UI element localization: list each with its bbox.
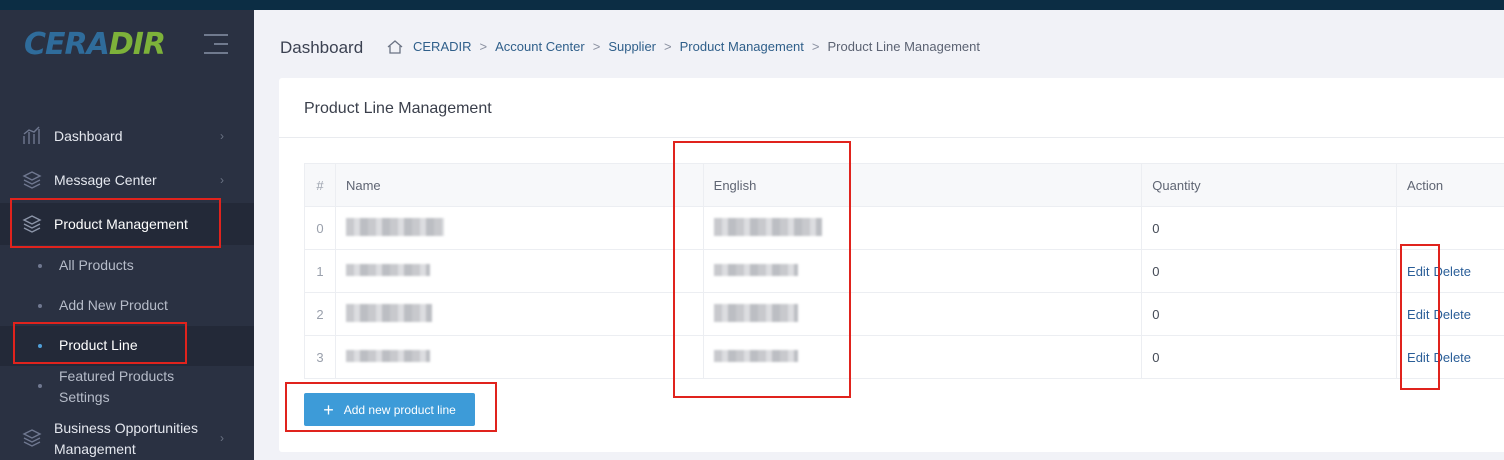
row-actions: Edit Delete [1396,335,1504,379]
breadcrumb-current: Product Line Management [827,39,980,54]
row-english-blurred [702,335,1143,379]
row-english-blurred [702,206,1143,250]
table-row: 3 0 Edit Delete [304,335,1504,379]
breadcrumb-link-account-center[interactable]: Account Center [495,39,585,54]
table-header-row: # Name English Quantity Action [304,163,1504,207]
product-line-card: Product Line Management # Name English Q… [279,78,1504,452]
column-header-name: Name [334,163,704,207]
home-icon[interactable] [387,39,403,54]
delete-link[interactable]: Delete [1433,350,1471,365]
row-name-blurred [334,206,704,250]
sidebar-item-business-opportunities[interactable]: Business Opportunities Management › [0,416,254,460]
row-actions: Edit Delete [1396,249,1504,293]
sidebar-subitem-all-products[interactable]: All Products [0,255,254,277]
edit-link[interactable]: Edit [1407,264,1429,279]
sidebar-subitem-featured-products[interactable]: Featured Products Settings [0,366,254,408]
layers-icon [22,215,42,233]
delete-link[interactable]: Delete [1433,264,1471,279]
bullet-icon [38,384,42,388]
breadcrumb-separator: > [479,39,488,54]
sidebar-item-label: Dashboard [54,128,123,144]
plus-icon: + [323,399,334,420]
row-actions [1396,206,1504,250]
sidebar-item-product-management[interactable]: Product Management [0,203,254,245]
breadcrumb-link-ceradir[interactable]: CERADIR [413,39,472,54]
row-actions: Edit Delete [1396,292,1504,336]
column-header-english: English [702,163,1143,207]
row-quantity: 0 [1141,206,1398,250]
row-name-blurred [334,249,704,293]
table-row: 1 0 Edit Delete [304,249,1504,293]
sidebar-subitem-add-new-product[interactable]: Add New Product [0,295,254,317]
sidebar-item-dashboard[interactable]: Dashboard › [0,125,254,147]
add-product-line-button[interactable]: + Add new product line [304,393,475,426]
edit-link[interactable]: Edit [1407,307,1429,322]
row-index: 1 [304,249,336,293]
table-row: 2 0 Edit Delete [304,292,1504,336]
page-title: Dashboard [280,38,364,57]
row-english-blurred [702,292,1143,336]
chevron-right-icon: › [220,129,224,143]
chevron-right-icon: › [220,431,224,445]
sidebar-item-message-center[interactable]: Message Center › [0,169,254,191]
divider [279,137,1504,138]
row-name-blurred [334,292,704,336]
breadcrumb-separator: > [592,39,601,54]
breadcrumb-separator: > [811,39,820,54]
sidebar: CERADIR Dashboard › Message Center › Pro… [0,10,254,460]
row-quantity: 0 [1141,335,1398,379]
row-quantity: 0 [1141,292,1398,336]
product-line-table: # Name English Quantity Action 0 0 1 0 E… [304,163,1504,379]
table-row: 0 0 [304,206,1504,250]
breadcrumb-link-product-management[interactable]: Product Management [680,39,804,54]
edit-link[interactable]: Edit [1407,350,1429,365]
top-bar [0,0,1504,10]
breadcrumb-link-supplier[interactable]: Supplier [608,39,656,54]
chevron-right-icon: › [220,173,224,187]
layers-icon [22,429,42,447]
column-header-action: Action [1396,163,1504,207]
delete-link[interactable]: Delete [1433,307,1471,322]
sidebar-item-label: Message Center [54,172,157,188]
row-english-blurred [702,249,1143,293]
card-title: Product Line Management [304,100,492,117]
column-header-index: # [304,163,336,207]
main-content: Dashboard CERADIR > Account Center > Sup… [254,10,1504,460]
breadcrumb-separator: > [664,39,672,54]
chart-icon [23,126,40,144]
bullet-icon [38,264,42,268]
layers-icon [22,171,42,189]
bullet-icon [38,304,42,308]
row-index: 2 [304,292,336,336]
bullet-icon [38,344,42,348]
row-quantity: 0 [1141,249,1398,293]
row-index: 3 [304,335,336,379]
sidebar-subitem-product-line[interactable]: Product Line [0,326,254,366]
row-name-blurred [334,335,704,379]
column-header-quantity: Quantity [1141,163,1398,207]
row-index: 0 [304,206,336,250]
menu-toggle-icon[interactable] [204,34,228,61]
breadcrumb: CERADIR > Account Center > Supplier > Pr… [387,39,980,54]
logo[interactable]: CERADIR [24,24,166,64]
sidebar-item-label: Product Management [54,216,188,232]
